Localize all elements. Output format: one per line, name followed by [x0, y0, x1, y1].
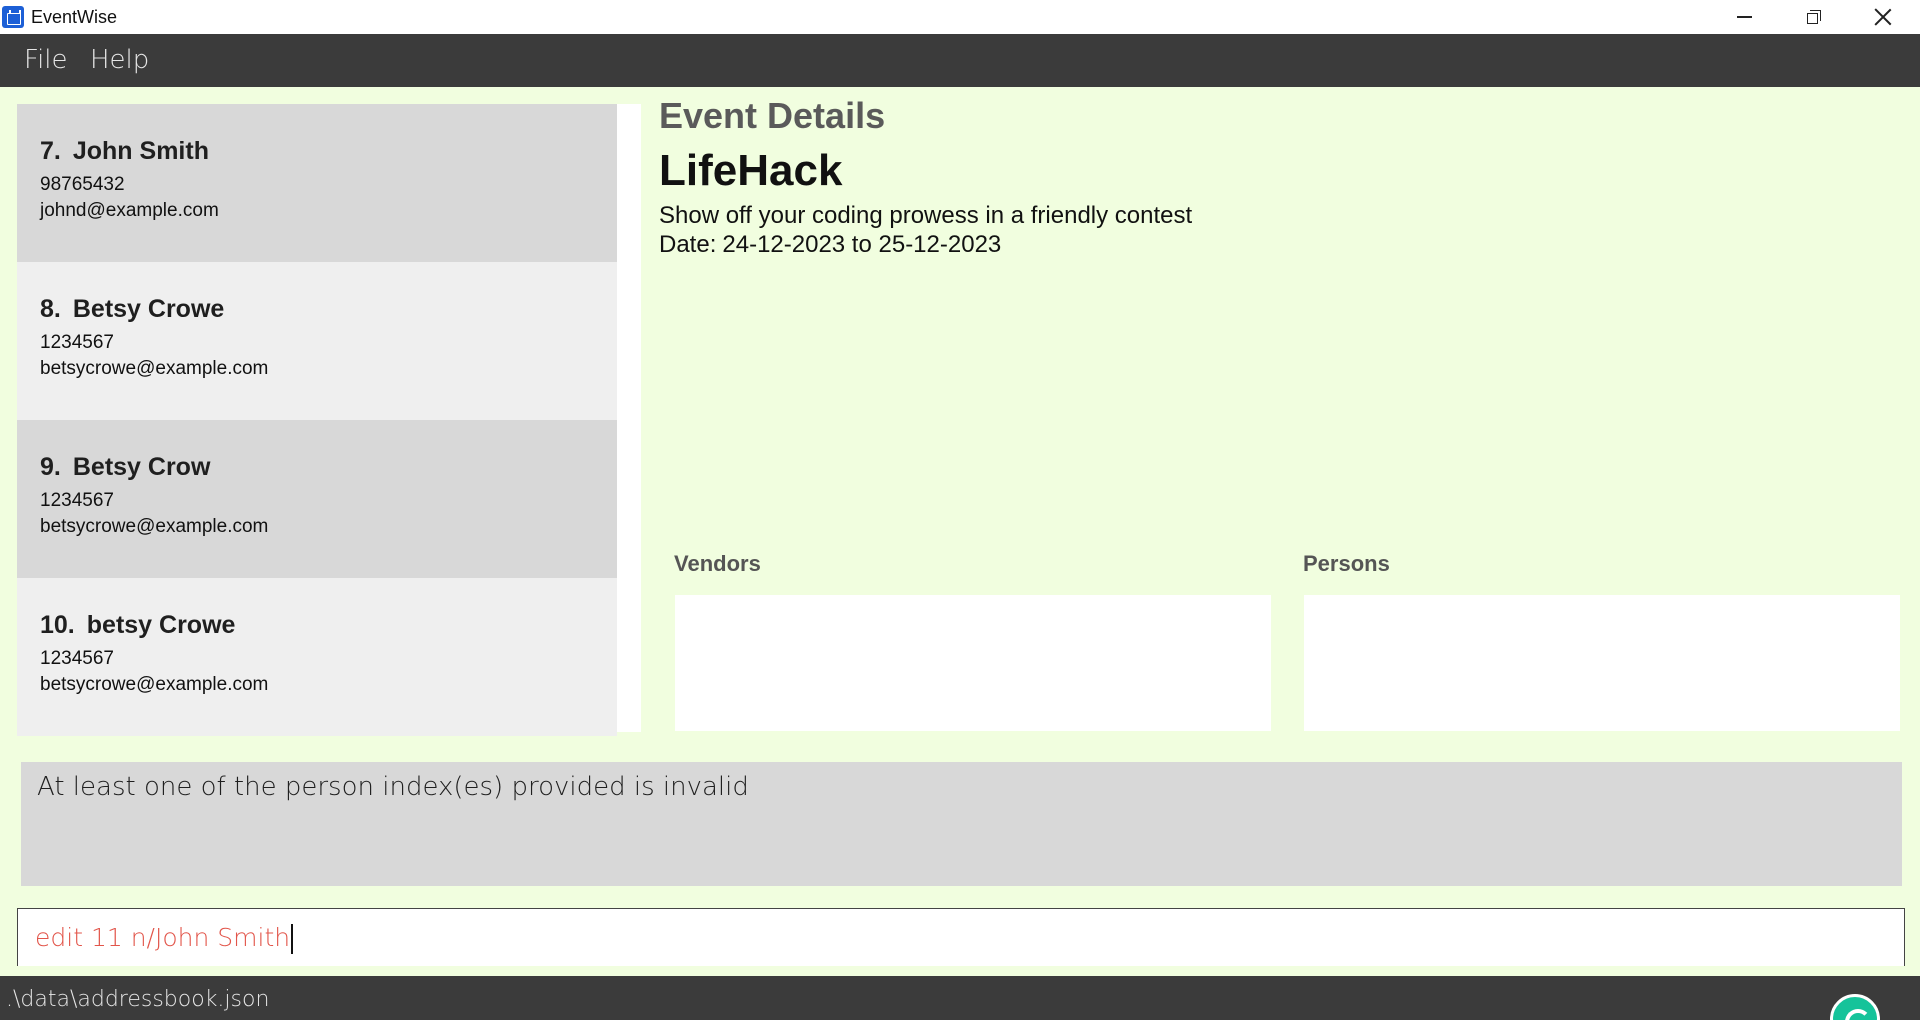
person-card-10[interactable]: 10. betsy Crowe 1234567 betsycrowe@exampl…	[17, 578, 617, 736]
person-list[interactable]: 7. John Smith 98765432 johnd@example.com …	[17, 104, 641, 736]
minimize-button[interactable]	[1710, 0, 1779, 34]
event-date-range: 24-12-2023 to 25-12-2023	[722, 231, 1002, 258]
person-index: 10.	[40, 611, 75, 639]
restore-button[interactable]	[1779, 0, 1848, 34]
save-file-path: .\data\addressbook.json	[6, 987, 270, 1012]
minimize-icon	[1737, 16, 1752, 18]
person-email: betsycrowe@example.com	[40, 516, 269, 537]
person-name: Betsy Crowe	[72, 295, 225, 323]
menu-file[interactable]: File	[24, 45, 68, 75]
event-persons-list[interactable]	[1304, 595, 1900, 731]
close-icon	[1874, 8, 1892, 26]
person-email: johnd@example.com	[40, 200, 219, 221]
result-display: At least one of the person index(es) pro…	[21, 762, 1902, 886]
person-index: 8.	[40, 295, 61, 323]
person-phone: 1234567	[40, 332, 114, 353]
vendors-list[interactable]	[675, 595, 1271, 731]
person-name: betsy Crowe	[86, 611, 236, 639]
restore-icon	[1806, 10, 1821, 24]
person-list-scrollbar[interactable]	[617, 104, 641, 732]
person-email: betsycrowe@example.com	[40, 674, 269, 695]
person-phone: 98765432	[40, 174, 125, 195]
person-index: 9.	[40, 453, 61, 481]
person-card-8[interactable]: 8. Betsy Crowe 1234567 betsycrowe@example…	[17, 262, 617, 420]
event-date-label: Date:	[659, 231, 717, 258]
close-button[interactable]	[1848, 0, 1917, 34]
command-text: edit 11 n/John Smith	[35, 923, 291, 952]
window-title: EventWise	[31, 7, 118, 27]
vendors-label: Vendors	[674, 551, 761, 576]
menu-help[interactable]: Help	[90, 45, 149, 75]
status-bar: .\data\addressbook.json	[0, 976, 1920, 1020]
event-date: Date: 24-12-2023 to 25-12-2023	[659, 231, 1001, 259]
menu-bar: File Help	[0, 34, 1920, 87]
title-bar: EventWise	[0, 0, 1920, 34]
person-card-9[interactable]: 9. Betsy Crow 1234567 betsycrowe@example.…	[17, 420, 617, 578]
event-description: Show off your coding prowess in a friend…	[659, 202, 1193, 229]
person-phone: 1234567	[40, 490, 114, 511]
persons-label: Persons	[1303, 551, 1390, 576]
command-input[interactable]: edit 11 n/John Smith	[17, 908, 1905, 966]
person-name: Betsy Crow	[72, 453, 211, 481]
event-details-heading: Event Details	[659, 95, 886, 136]
calendar-icon	[2, 6, 24, 28]
text-caret	[291, 924, 294, 954]
person-name: John Smith	[72, 137, 209, 165]
person-index: 7.	[40, 137, 61, 165]
event-name: LifeHack	[659, 146, 843, 195]
person-card-7[interactable]: 7. John Smith 98765432 johnd@example.com	[17, 104, 617, 262]
person-phone: 1234567	[40, 648, 114, 669]
person-email: betsycrowe@example.com	[40, 358, 269, 379]
